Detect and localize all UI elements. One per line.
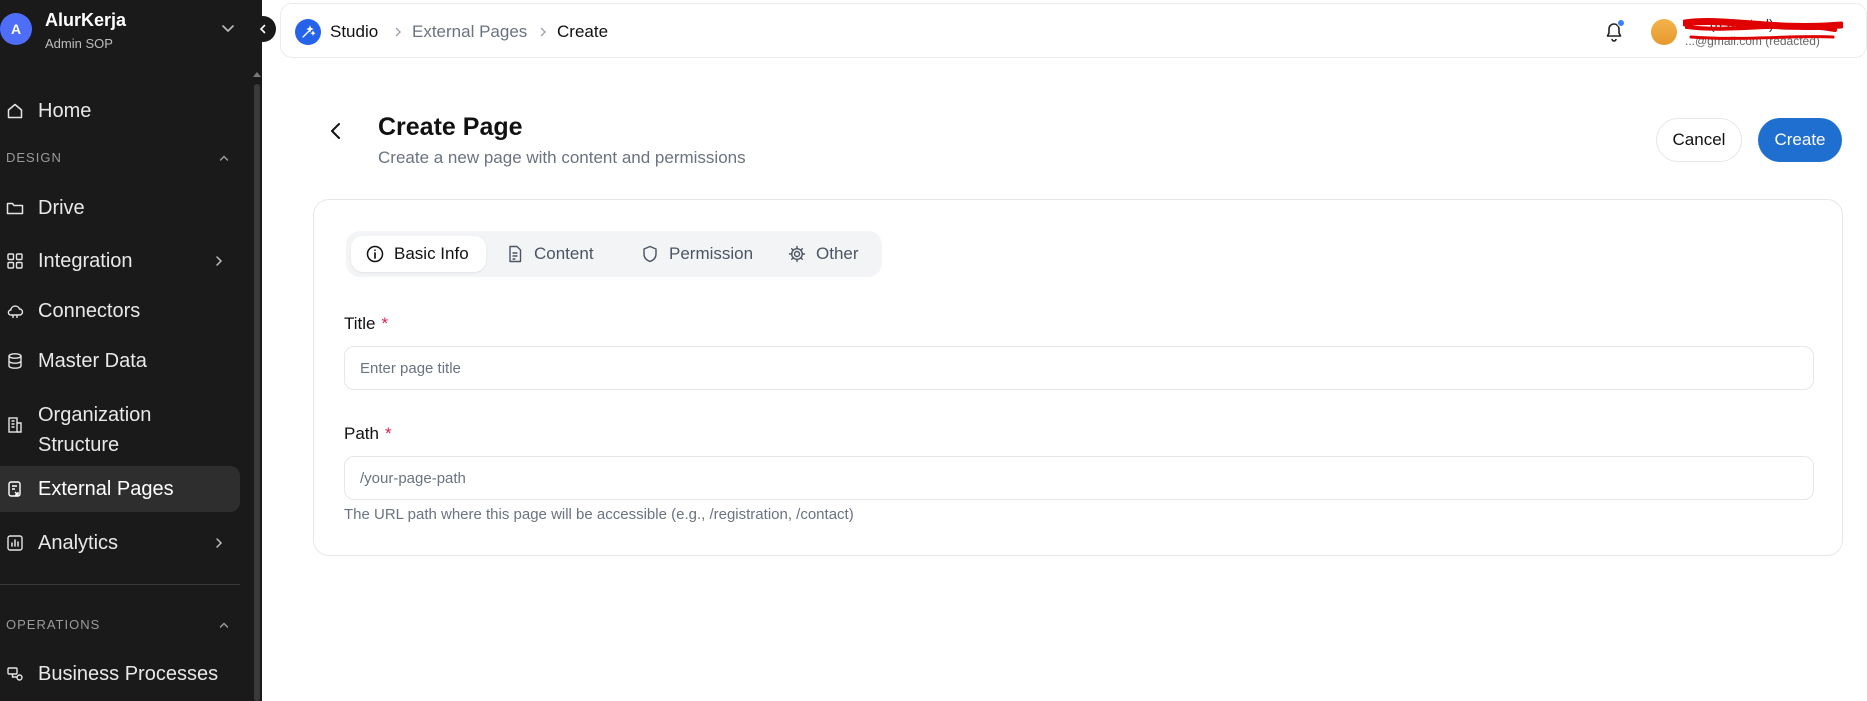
tab-other[interactable]: Other: [788, 236, 859, 272]
redaction-scribble: [1683, 18, 1843, 40]
title-label-text: Title: [344, 314, 376, 333]
process-icon: [7, 667, 23, 681]
avatar[interactable]: [1651, 19, 1677, 45]
sidebar-item-label: External Pages: [38, 477, 174, 500]
tab-permission[interactable]: Permission: [641, 236, 753, 272]
top-bar: Studio External Pages Create A... (redac…: [280, 3, 1867, 58]
studio-logo-icon[interactable]: [295, 19, 321, 45]
sidebar-item-label: Business Processes: [38, 662, 219, 685]
sidebar-item-integration[interactable]: Integration: [0, 238, 240, 284]
workspace-avatar: A: [0, 13, 32, 45]
tab-label: Basic Info: [394, 244, 469, 263]
path-input[interactable]: [344, 456, 1814, 500]
grid-icon: [7, 253, 23, 269]
breadcrumb-chevron-icon: [395, 27, 401, 37]
sidebar-collapse-button[interactable]: [250, 16, 276, 42]
cancel-button[interactable]: Cancel: [1656, 118, 1742, 162]
tab-basic-info[interactable]: Basic Info: [351, 236, 486, 272]
sidebar-item-master-data[interactable]: Master Data: [0, 338, 240, 384]
title-field-label: Title *: [344, 314, 388, 334]
info-icon: [366, 245, 384, 263]
sidebar-item-home[interactable]: Home: [0, 88, 240, 134]
sidebar-item-label: Drive: [38, 196, 85, 219]
path-label-text: Path: [344, 424, 379, 443]
form-card: Basic Info Content Permission Other Titl…: [313, 199, 1843, 556]
workspace-switcher[interactable]: A AlurKerja Admin SOP: [0, 8, 240, 52]
create-button[interactable]: Create: [1758, 118, 1842, 162]
breadcrumb-chevron-icon: [540, 27, 546, 37]
page-title: Create Page: [378, 113, 523, 141]
building-icon: [8, 417, 22, 433]
shield-icon: [643, 245, 657, 263]
sidebar-item-analytics[interactable]: Analytics: [0, 520, 240, 566]
chevron-right-icon: [216, 538, 223, 548]
sidebar-item-external-pages[interactable]: External Pages: [0, 466, 240, 512]
app-root: A AlurKerja Admin SOP Home DESIGN Drive: [0, 0, 1867, 701]
chevron-up-icon: [219, 622, 229, 628]
external-page-icon: [8, 481, 21, 497]
path-field-label: Path *: [344, 424, 392, 444]
gear-icon: [788, 245, 806, 263]
section-header-design[interactable]: DESIGN: [6, 150, 230, 165]
tab-content[interactable]: Content: [506, 236, 594, 272]
tab-label: Other: [816, 244, 859, 263]
analytics-icon: [7, 535, 23, 551]
document-icon: [509, 245, 522, 263]
sidebar-divider: [0, 584, 240, 585]
workspace-name: AlurKerja: [45, 10, 127, 30]
section-header-label: DESIGN: [6, 150, 62, 165]
required-marker: *: [384, 424, 392, 443]
back-arrow-icon[interactable]: [325, 120, 347, 142]
breadcrumb-external-pages[interactable]: External Pages: [412, 22, 527, 42]
breadcrumb-current: Create: [557, 22, 609, 41]
scrollbar-thumb[interactable]: [254, 84, 260, 701]
sidebar-item-business-processes[interactable]: Business Processes: [0, 651, 240, 697]
sidebar-item-label: Integration: [38, 249, 133, 272]
section-header-operations[interactable]: OPERATIONS: [6, 617, 230, 632]
sidebar-item-organization-structure[interactable]: Organization Structure: [0, 394, 240, 458]
sidebar-item-drive[interactable]: Drive: [0, 185, 240, 231]
breadcrumb-studio[interactable]: Studio: [330, 22, 378, 42]
notification-dot: [1617, 19, 1625, 27]
sidebar-item-label: Connectors: [38, 299, 141, 322]
tab-list: Basic Info Content Permission Other: [346, 231, 882, 277]
page-subtitle: Create a new page with content and permi…: [378, 148, 746, 167]
chevron-left-icon: [259, 24, 266, 34]
chevron-right-icon: [216, 256, 223, 266]
tab-label: Permission: [669, 244, 754, 263]
folder-icon: [6, 202, 24, 215]
sidebar-item-label: Home: [38, 99, 92, 122]
magic-wand-icon: [302, 25, 316, 38]
database-icon: [8, 353, 22, 369]
sidebar-item-connectors[interactable]: Connectors: [0, 288, 240, 334]
sidebar-item-label: Organization Structure: [38, 404, 152, 456]
sidebar-scrollbar[interactable]: [252, 70, 261, 701]
chevron-up-icon: [219, 155, 229, 161]
title-input[interactable]: [344, 346, 1814, 390]
home-icon: [7, 103, 23, 119]
tab-label: Content: [534, 244, 594, 263]
section-header-label: OPERATIONS: [6, 617, 101, 632]
sidebar: A AlurKerja Admin SOP Home DESIGN Drive: [0, 0, 262, 701]
sidebar-item-label: Master Data: [38, 349, 147, 372]
required-marker: *: [381, 314, 389, 333]
chevron-down-icon: [222, 25, 234, 32]
path-helper-text: The URL path where this page will be acc…: [344, 506, 854, 523]
sidebar-item-label: Analytics: [38, 531, 119, 554]
scroll-up-arrow-icon[interactable]: [253, 72, 261, 77]
cloud-icon: [7, 305, 24, 318]
workspace-role: Admin SOP: [45, 36, 113, 51]
